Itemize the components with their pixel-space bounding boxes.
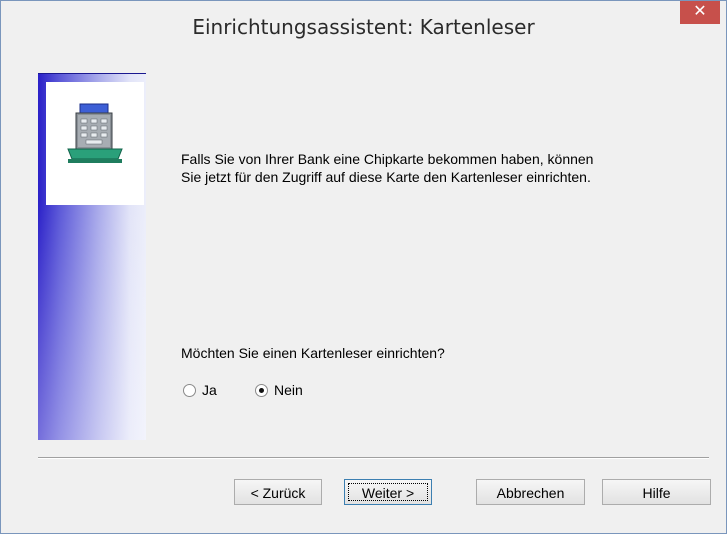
back-button-label: < Zurück [250, 485, 306, 501]
cancel-button[interactable]: Abbrechen [476, 479, 585, 505]
back-button[interactable]: < Zurück [234, 479, 322, 505]
question-label: Möchten Sie einen Kartenleser einrichten… [181, 345, 445, 361]
help-button[interactable]: Hilfe [602, 479, 711, 505]
info-text: Falls Sie von Ihrer Bank eine Chipkarte … [181, 150, 701, 186]
title-bar[interactable]: Einrichtungsassistent: Kartenleser ✕ [1, 1, 726, 64]
separator-line [38, 457, 709, 459]
next-button[interactable]: Weiter > [344, 479, 432, 505]
radio-button-nein[interactable] [255, 383, 268, 397]
radio-option-ja[interactable]: Ja [183, 381, 217, 399]
wizard-window: Einrichtungsassistent: Kartenleser ✕ Fal… [0, 0, 727, 534]
radio-label-nein[interactable]: Nein [274, 382, 303, 398]
radio-label-ja[interactable]: Ja [202, 382, 217, 398]
info-line-2: Sie jetzt für den Zugriff auf diese Kart… [181, 169, 591, 185]
side-banner [38, 73, 146, 440]
cancel-button-label: Abbrechen [496, 485, 565, 501]
next-button-label: Weiter > [361, 485, 415, 501]
help-button-label: Hilfe [642, 485, 671, 501]
info-line-1: Falls Sie von Ihrer Bank eine Chipkarte … [181, 151, 594, 167]
icon-panel [46, 82, 144, 205]
window-title: Einrichtungsassistent: Kartenleser [192, 15, 535, 39]
radio-option-nein[interactable]: Nein [255, 381, 303, 399]
card-reader-icon [67, 103, 123, 163]
wizard-body: Falls Sie von Ihrer Bank eine Chipkarte … [9, 65, 718, 524]
radio-button-ja[interactable] [183, 383, 196, 397]
close-icon: ✕ [693, 3, 707, 20]
close-button[interactable]: ✕ [680, 1, 720, 24]
